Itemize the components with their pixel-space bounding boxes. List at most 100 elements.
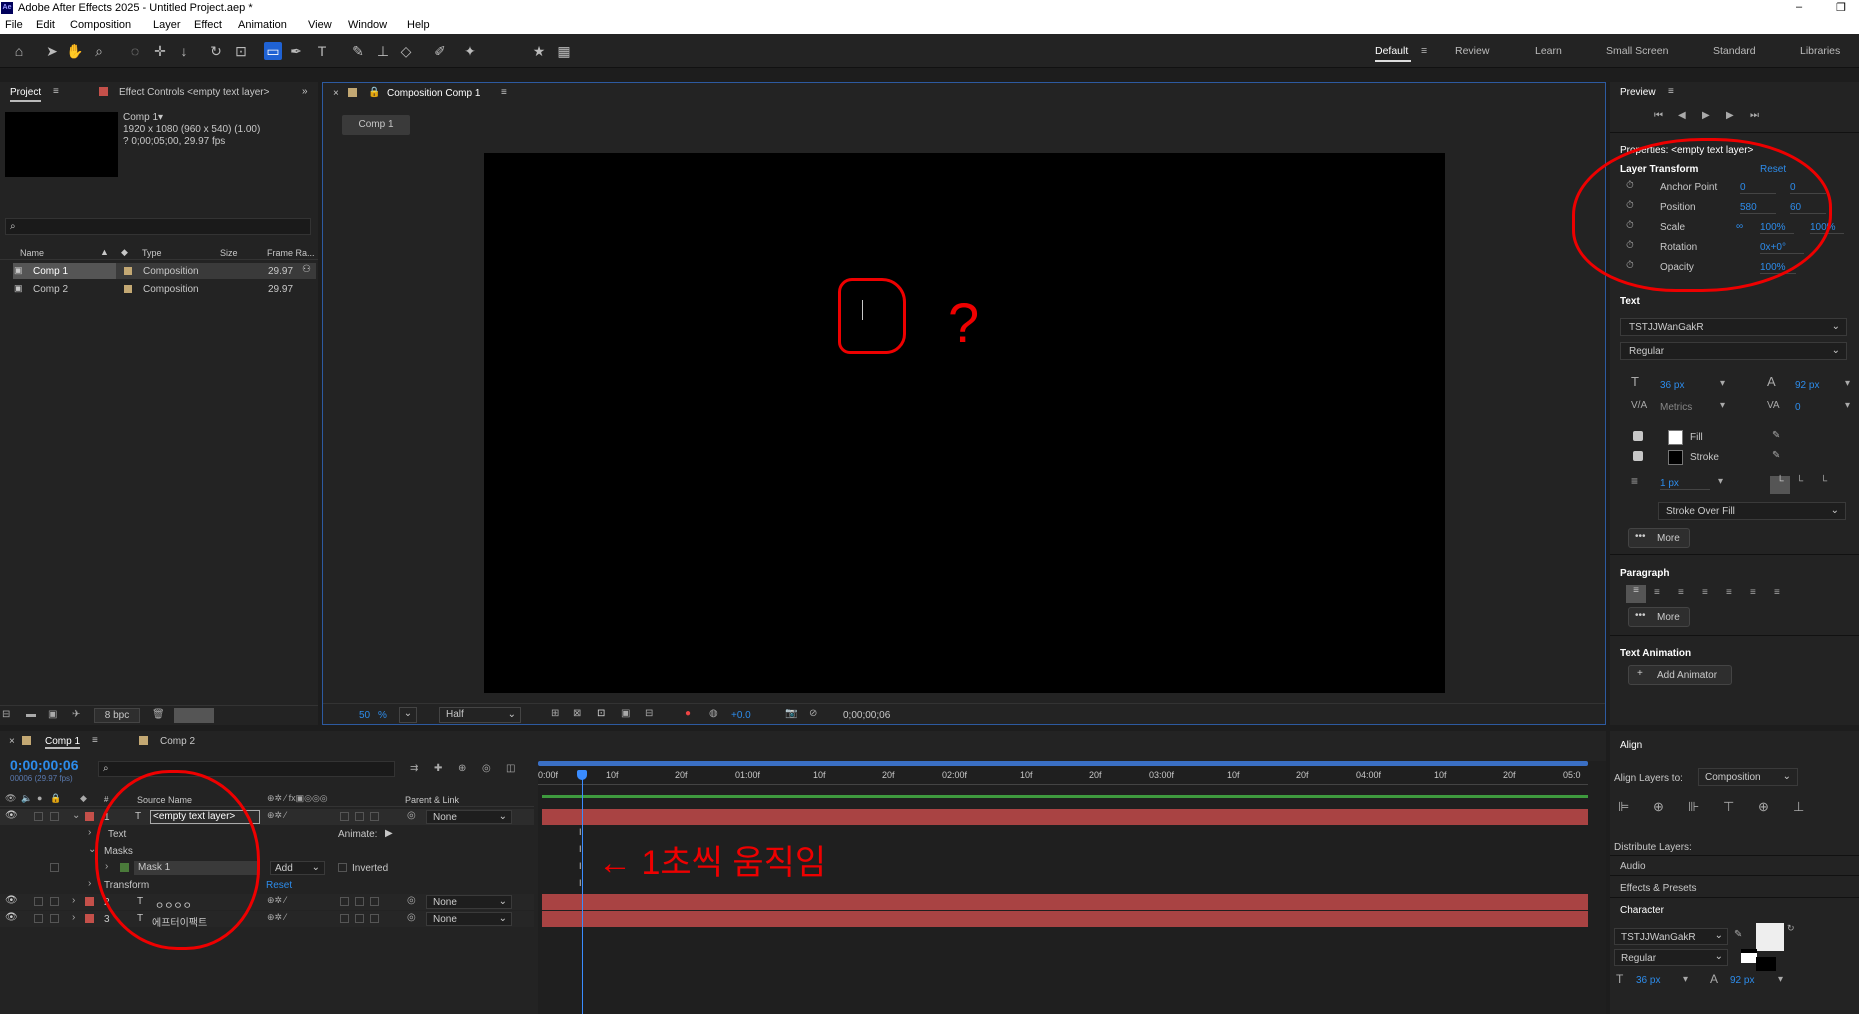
stroke-mode-dropdown[interactable]: Stroke Over Fill ⌄ bbox=[1658, 502, 1846, 520]
switch-box[interactable] bbox=[355, 812, 364, 821]
layer-bar[interactable] bbox=[542, 894, 1588, 910]
layer-label-color[interactable] bbox=[85, 914, 94, 923]
menu-window[interactable]: Window bbox=[348, 19, 387, 31]
color-management-icon[interactable]: ◍ bbox=[709, 708, 718, 719]
parent-link-header[interactable]: Parent & Link bbox=[405, 795, 459, 805]
animate-menu-icon[interactable]: ▶ bbox=[385, 828, 393, 839]
align-bottom-edges-icon[interactable]: ⊥ bbox=[1793, 799, 1804, 815]
align-left-edges-icon[interactable]: ⊫ bbox=[1618, 799, 1629, 815]
align-left-icon[interactable]: ≡ bbox=[1626, 585, 1646, 603]
justify-center-icon[interactable]: ≡ bbox=[1726, 587, 1732, 598]
fill-checkbox[interactable] bbox=[1633, 431, 1643, 441]
bpc-button[interactable]: 8 bpc bbox=[94, 708, 140, 723]
parent-dropdown[interactable]: None ⌄ bbox=[426, 810, 512, 824]
brush-tool-icon[interactable]: ✎ bbox=[349, 42, 367, 60]
tab-composition[interactable]: Composition Comp 1 bbox=[387, 88, 480, 99]
round-join-icon[interactable]: └ bbox=[1796, 476, 1803, 487]
tab-comp-1[interactable]: Comp 1 bbox=[45, 736, 81, 749]
tracking-value[interactable]: 0 bbox=[1795, 402, 1801, 413]
align-to-dropdown[interactable]: Composition ⌄ bbox=[1698, 768, 1798, 786]
puppet-pin-icon[interactable]: ✦ bbox=[461, 42, 479, 60]
roto-brush-icon[interactable]: ✐ bbox=[431, 42, 449, 60]
chevron-down-icon[interactable]: ▾ bbox=[1683, 974, 1688, 985]
layer-row[interactable]: 👁 › 2 T ㅇㅇㅇㅇ ⊕✲ ⁄ ◎ None ⌄ bbox=[0, 894, 534, 912]
switch-box[interactable] bbox=[340, 897, 349, 906]
project-row[interactable]: ▣ Comp 1 Composition 29.97 ⚇ bbox=[0, 263, 316, 279]
expand-arrow-icon[interactable]: › bbox=[88, 878, 91, 889]
property-group-row[interactable]: ⌄ Masks bbox=[0, 843, 534, 859]
expand-arrow-icon[interactable]: › bbox=[72, 912, 75, 923]
switches-icon[interactable]: ⊕✲ ⁄ bbox=[267, 810, 286, 821]
stroke-color-swatch[interactable] bbox=[1668, 450, 1683, 465]
zoom-tool-icon[interactable]: ⌕ bbox=[90, 42, 108, 60]
pick-whip-icon[interactable]: ◎ bbox=[407, 895, 416, 906]
character-title[interactable]: Character bbox=[1620, 905, 1664, 916]
chevron-down-icon[interactable]: ▾ bbox=[1718, 476, 1723, 487]
pick-whip-icon[interactable]: ◎ bbox=[407, 810, 416, 821]
type-tool-icon[interactable]: T bbox=[313, 42, 331, 60]
audio-icon[interactable]: 🔈 bbox=[21, 793, 32, 804]
leading-value[interactable]: 92 px bbox=[1795, 380, 1819, 391]
col-size[interactable]: Size bbox=[220, 248, 238, 258]
solo-box[interactable] bbox=[34, 812, 43, 821]
new-comp-icon[interactable]: ▣ bbox=[48, 709, 57, 720]
animate-label[interactable]: Animate: bbox=[338, 829, 377, 840]
font-style-dropdown[interactable]: Regular ⌄ bbox=[1620, 342, 1847, 360]
mask-mode-dropdown[interactable]: Add ⌄ bbox=[270, 861, 325, 875]
char-stroke-swatch[interactable] bbox=[1741, 949, 1757, 963]
comp-name[interactable]: Comp 1▾ bbox=[123, 112, 163, 123]
align-center-icon[interactable]: ≡ bbox=[1654, 587, 1660, 598]
justify-right-icon[interactable]: ≡ bbox=[1750, 587, 1756, 598]
new-folder-icon[interactable]: ▬ bbox=[26, 709, 36, 720]
eyedropper-icon[interactable]: ✎ bbox=[1772, 430, 1780, 441]
prev-frame-icon[interactable]: ◀ bbox=[1678, 110, 1686, 121]
eyedropper-icon[interactable]: ✎ bbox=[1772, 450, 1780, 461]
switch-box[interactable] bbox=[355, 914, 364, 923]
font-family-dropdown[interactable]: TSTJJWanGakR ⌄ bbox=[1620, 318, 1847, 336]
selection-tool-icon[interactable]: ➤ bbox=[43, 42, 61, 60]
color-channels-icon[interactable]: ● bbox=[685, 708, 691, 719]
menu-animation[interactable]: Animation bbox=[238, 19, 287, 31]
char-stroke-black[interactable] bbox=[1756, 957, 1776, 971]
next-frame-icon[interactable]: ▶ bbox=[1726, 110, 1734, 121]
layer-bar[interactable] bbox=[542, 809, 1588, 825]
interpret-footage-icon[interactable]: ⊟ bbox=[2, 709, 10, 720]
switch-box[interactable] bbox=[340, 914, 349, 923]
chevron-down-icon[interactable]: ▾ bbox=[1845, 378, 1850, 389]
menu-help[interactable]: Help bbox=[407, 19, 430, 31]
workspace-learn[interactable]: Learn bbox=[1535, 45, 1562, 57]
lock-icon[interactable]: 🔒 bbox=[50, 793, 61, 804]
switch-box[interactable] bbox=[370, 914, 379, 923]
transform-reset-link[interactable]: Reset bbox=[266, 880, 292, 891]
comp-viewer-canvas[interactable] bbox=[484, 153, 1445, 693]
tab-comp-2[interactable]: Comp 2 bbox=[160, 736, 195, 747]
switches-icon[interactable]: ⊕✲ ⁄ bbox=[267, 895, 286, 906]
project-search-input[interactable]: ⌕ bbox=[5, 218, 311, 235]
workspace-default[interactable]: Default bbox=[1375, 45, 1408, 57]
eye-icon[interactable]: 👁 bbox=[5, 810, 18, 821]
solo-box[interactable] bbox=[34, 897, 43, 906]
comp-breadcrumb[interactable]: Comp 1 bbox=[342, 115, 410, 135]
zoom-dropdown-icon[interactable]: ⌄ bbox=[399, 707, 417, 723]
hide-shy-icon[interactable]: ⊕ bbox=[458, 763, 466, 774]
panel-menu-icon[interactable]: ≡ bbox=[53, 86, 59, 97]
region-of-interest-icon[interactable]: ▣ bbox=[621, 708, 630, 719]
layer-label-color[interactable] bbox=[85, 897, 94, 906]
fill-color-swatch[interactable] bbox=[1668, 430, 1683, 445]
solo-icon[interactable]: ● bbox=[37, 793, 42, 803]
menu-edit[interactable]: Edit bbox=[36, 19, 55, 31]
keyframe-marker[interactable]: I bbox=[579, 878, 582, 888]
dolly-tool-icon[interactable]: ↓ bbox=[175, 42, 193, 60]
snapshot-icon[interactable]: 📷 bbox=[785, 708, 797, 719]
thumbnail-swatch[interactable] bbox=[174, 708, 214, 723]
eyedropper-icon[interactable]: ✎ bbox=[1734, 929, 1742, 940]
menu-file[interactable]: File bbox=[5, 19, 23, 31]
mask-lock-box[interactable] bbox=[50, 863, 59, 872]
align-horizontal-centers-icon[interactable]: ⊕ bbox=[1653, 799, 1664, 815]
effects-presets-title[interactable]: Effects & Presets bbox=[1620, 883, 1697, 894]
rectangle-tool-icon[interactable]: ▭ bbox=[264, 42, 282, 60]
project-settings-icon[interactable]: ✈ bbox=[72, 709, 80, 720]
zoom-value[interactable]: 50 bbox=[359, 710, 370, 721]
align-top-edges-icon[interactable]: ⊤ bbox=[1723, 799, 1734, 815]
time-ruler[interactable]: 0:00f 10f 20f 01:00f 10f 20f 02:00f 10f … bbox=[538, 767, 1588, 785]
